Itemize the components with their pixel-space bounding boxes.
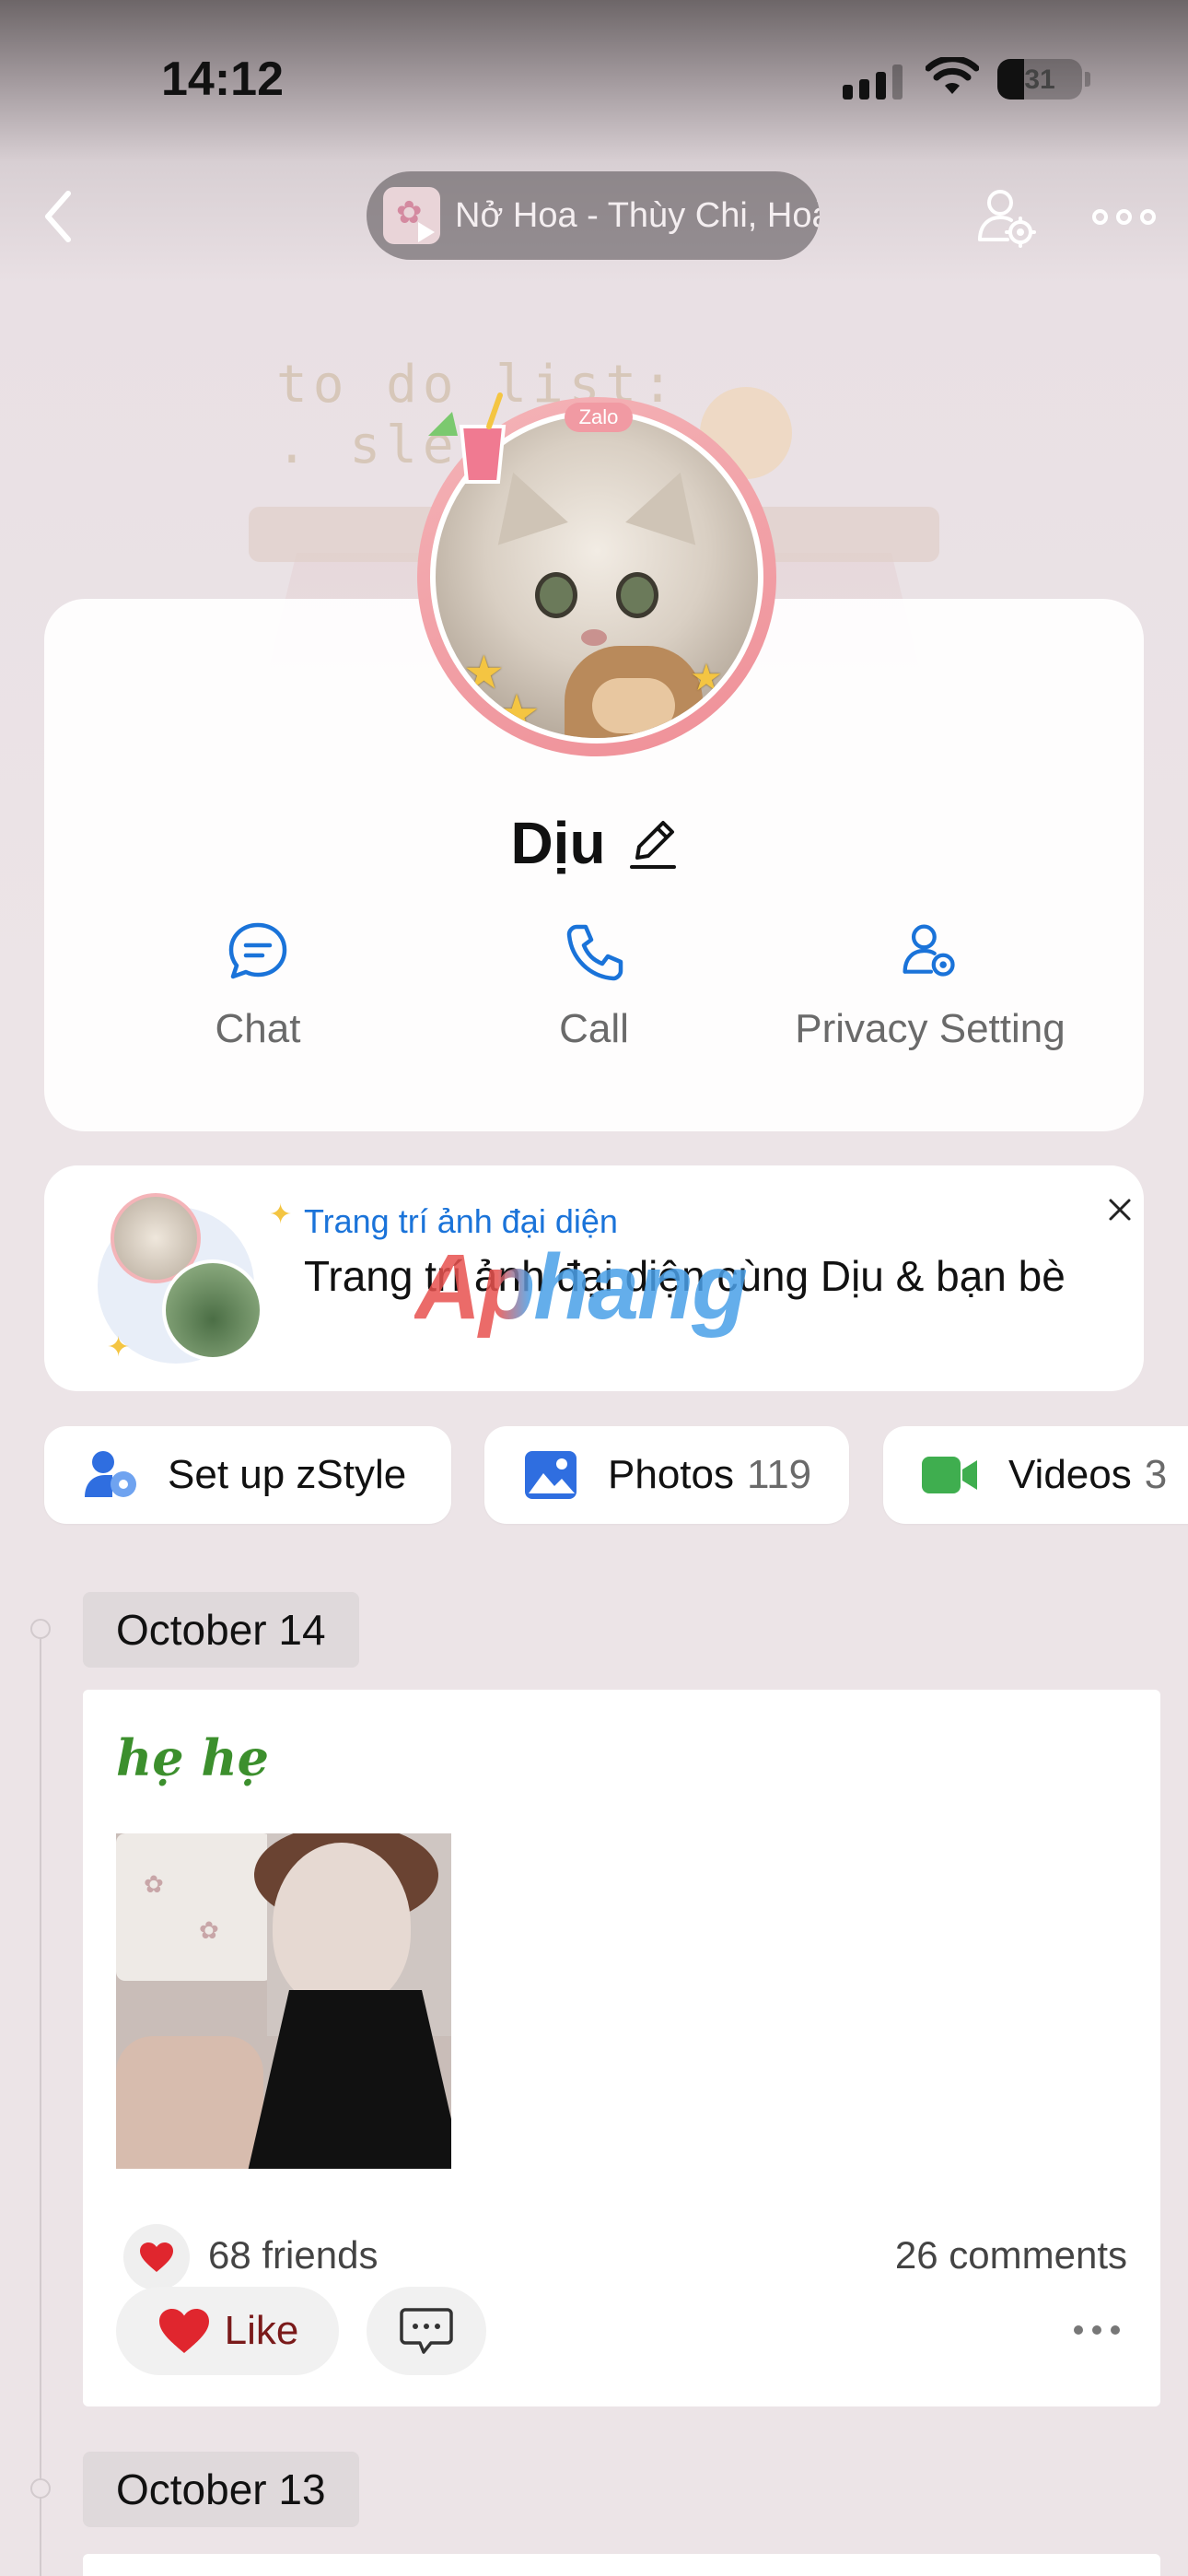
play-icon: [418, 222, 435, 242]
capybara-sticker: [565, 646, 703, 738]
post-photo[interactable]: ✿ ✿: [116, 1833, 451, 2169]
profile-name: Dịu: [510, 810, 606, 876]
post-more-button[interactable]: [1074, 2325, 1120, 2335]
wifi-icon: [926, 57, 979, 94]
edit-pencil-icon[interactable]: [626, 815, 678, 871]
star-icon: ★: [493, 685, 541, 744]
profile-settings-button[interactable]: [976, 186, 1037, 251]
video-camera-icon: [922, 1457, 977, 1493]
avatar[interactable]: ★ ★ ★ Zalo: [417, 390, 776, 758]
timeline-dot: [30, 1619, 51, 1639]
person-gear-icon: [903, 924, 955, 977]
status-time: 14:12: [161, 53, 284, 106]
zstyle-icon: [85, 1451, 136, 1497]
back-button[interactable]: [35, 184, 81, 249]
comment-button[interactable]: [367, 2287, 486, 2375]
battery-icon: 31: [997, 59, 1082, 100]
privacy-setting-button[interactable]: Privacy Setting: [774, 921, 1087, 1052]
date-header: October 14: [83, 1592, 359, 1668]
like-button[interactable]: Like: [116, 2287, 339, 2375]
decorate-illustration: ✦ ✦: [98, 1193, 309, 1368]
music-player-pill[interactable]: Nở Hoa - Thùy Chi, Hoàng Dũng: [367, 171, 820, 260]
music-thumbnail: [383, 187, 440, 244]
drink-sticker-icon: [428, 392, 507, 484]
post-caption: hẹ hẹ: [116, 1728, 270, 1787]
music-title: Nở Hoa - Thùy Chi, Hoàng Dũng: [455, 195, 820, 235]
more-options-button[interactable]: [1092, 203, 1159, 230]
like-label: Like: [224, 2308, 299, 2353]
zalo-badge: Zalo: [565, 403, 633, 432]
chat-label: Chat: [215, 1006, 301, 1051]
photos-chip[interactable]: Photos 119: [484, 1426, 849, 1524]
signal-icon: [843, 64, 903, 100]
photos-count: 119: [746, 1452, 812, 1497]
videos-label: Videos: [1008, 1452, 1132, 1497]
videos-count: 3: [1144, 1452, 1168, 1497]
phone-icon: [566, 924, 623, 981]
call-label: Call: [559, 1006, 629, 1051]
call-button[interactable]: Call: [437, 921, 751, 1052]
heart-icon: [158, 2309, 209, 2353]
watermark-logo: Aphang: [414, 1235, 748, 1339]
reaction-count[interactable]: 68 friends: [208, 2233, 378, 2277]
comment-count[interactable]: 26 comments: [895, 2233, 1127, 2277]
post-card[interactable]: [83, 2554, 1160, 2576]
battery-tip: [1085, 72, 1090, 87]
battery-level: 31: [1024, 64, 1055, 95]
comment-icon: [400, 2308, 453, 2354]
date-header: October 13: [83, 2452, 359, 2527]
photo-icon: [525, 1451, 577, 1499]
status-bar: 14:12 31: [0, 0, 1188, 147]
chat-bubble-icon: [228, 922, 287, 979]
heart-reaction-icon: [123, 2224, 190, 2290]
profile-name-row: Dịu: [0, 809, 1188, 877]
setup-zstyle-chip[interactable]: Set up zStyle: [44, 1426, 451, 1524]
chat-button[interactable]: Chat: [101, 921, 414, 1052]
privacy-setting-label: Privacy Setting: [795, 1006, 1066, 1051]
photos-label: Photos: [608, 1452, 734, 1497]
setup-zstyle-label: Set up zStyle: [168, 1452, 407, 1497]
timeline-line: [40, 1622, 41, 2576]
post-card[interactable]: hẹ hẹ ✿ ✿ 68 friends 26 comments Like: [83, 1690, 1160, 2406]
videos-chip[interactable]: Videos 3: [883, 1426, 1188, 1524]
timeline-dot: [30, 2478, 51, 2499]
star-icon: ★: [690, 658, 723, 698]
close-icon[interactable]: [1101, 1191, 1138, 1228]
